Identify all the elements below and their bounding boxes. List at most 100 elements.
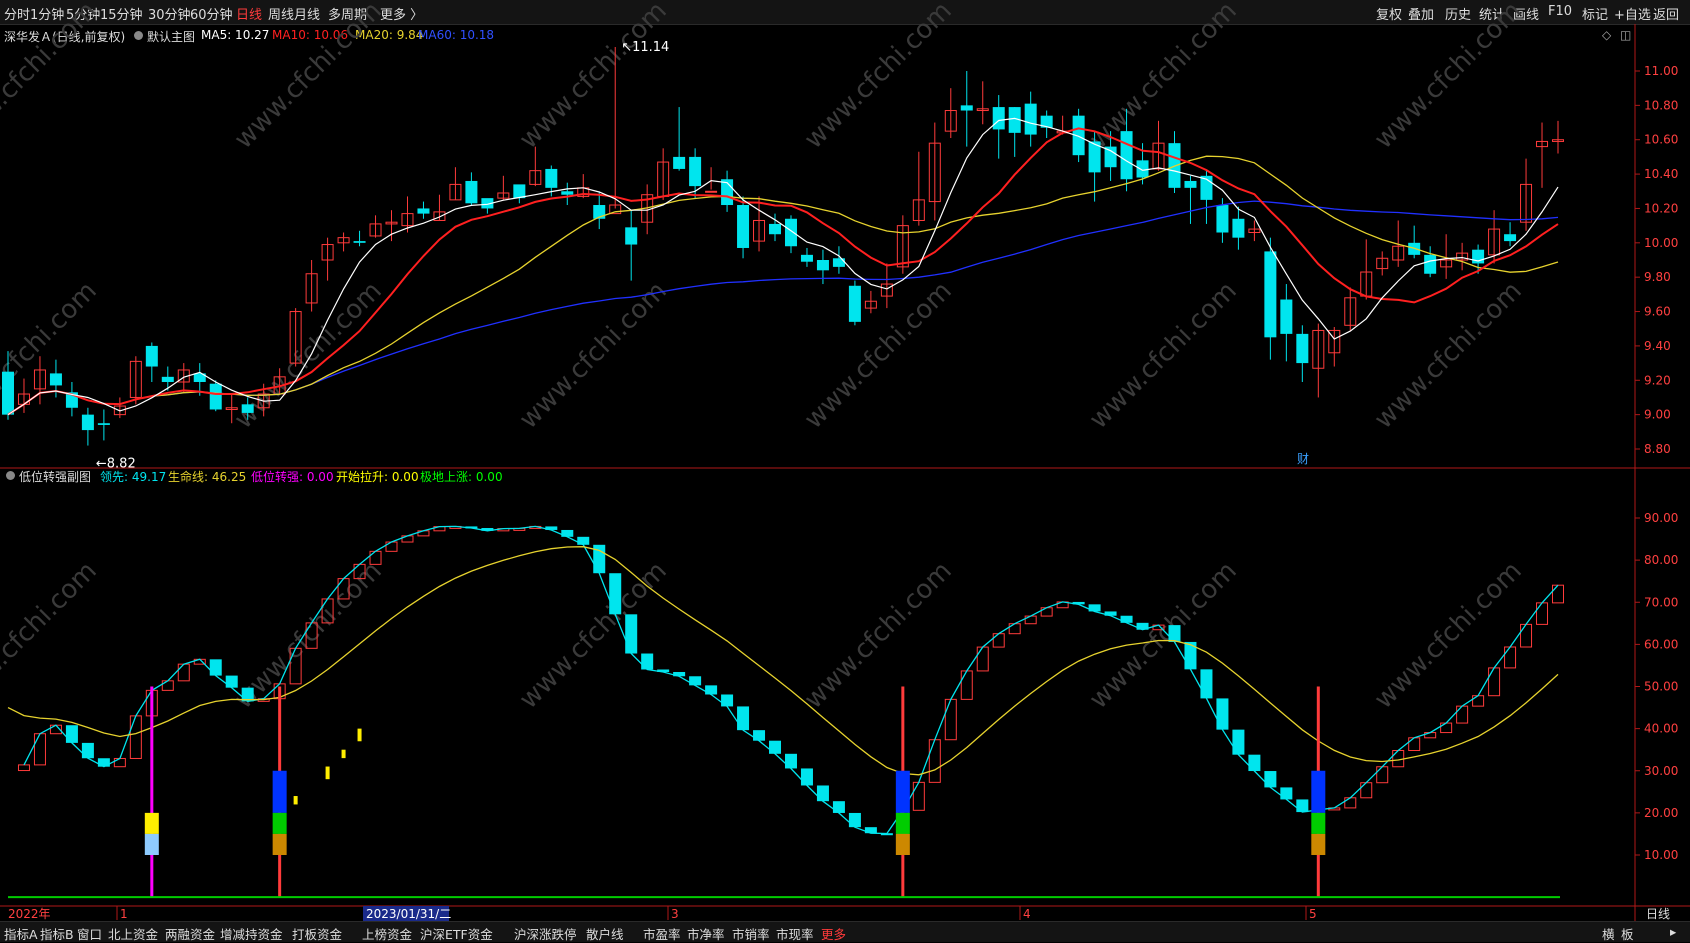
candle-body	[161, 376, 174, 382]
watermark-text: www.cfchi.com	[514, 276, 673, 435]
signal-block-orange	[1311, 833, 1326, 855]
sub-bar	[848, 812, 861, 828]
candle-body	[1136, 160, 1149, 178]
price-tick-label: 9.40	[1644, 339, 1671, 353]
candle-body	[992, 107, 1005, 130]
signal-block-yellow	[144, 812, 159, 834]
candle-body	[1216, 205, 1229, 233]
low-price-annotation: ←8.82	[96, 457, 136, 472]
life-line	[7, 546, 1559, 776]
watermark-text: www.cfchi.com	[1084, 556, 1243, 715]
finance-mark: 财	[1297, 452, 1309, 466]
watermark-text: www.cfchi.com	[1084, 0, 1243, 155]
sub-bar	[385, 541, 398, 552]
signal-block-orange	[272, 833, 287, 855]
signal-block-orange	[895, 833, 910, 855]
candle-body	[2, 371, 14, 415]
sub-bar	[129, 715, 142, 759]
candle-body	[848, 285, 861, 322]
sub-bar	[1296, 799, 1309, 813]
sub-bar	[928, 739, 941, 783]
candle-body	[673, 156, 686, 169]
candle-body	[800, 254, 813, 262]
sub-bar	[1520, 623, 1533, 648]
sub-bar	[1440, 722, 1453, 734]
sub-bar	[1408, 737, 1421, 752]
sub-bar	[609, 573, 622, 615]
sub-bar	[1552, 584, 1564, 604]
candle-body	[97, 423, 110, 425]
month-label: 5	[1309, 907, 1317, 921]
sub-bar	[1216, 698, 1229, 730]
sub-bar	[1360, 782, 1373, 799]
sub-bar	[1280, 787, 1293, 800]
candle-body	[832, 258, 845, 267]
sub-bar	[161, 680, 174, 691]
sub-tick-label: 30.00	[1644, 764, 1678, 778]
watermark-text: www.cfchi.com	[799, 556, 958, 715]
sub-bar	[209, 659, 222, 676]
sub-bar	[689, 676, 702, 686]
candle-body	[816, 260, 829, 271]
candlestick-chart[interactable]: www.cfchi.com www.cfchi.com www.cfchi.com w…	[0, 0, 1690, 941]
sub-bar	[1344, 797, 1357, 809]
candle-body	[960, 105, 973, 111]
signal-block-lightblue	[144, 833, 159, 855]
sub-bar	[1040, 607, 1053, 617]
sub-bar	[177, 663, 190, 682]
signal-block-green	[272, 812, 287, 834]
candle-body	[769, 223, 782, 235]
year-label: 2022年	[8, 907, 51, 921]
period-label: 日线	[1646, 907, 1670, 921]
sub-bar	[992, 633, 1005, 648]
candle-body	[1280, 299, 1293, 334]
watermark-text: www.cfchi.com	[0, 0, 103, 155]
sub-bar	[1248, 754, 1261, 772]
candle-body	[1424, 254, 1437, 274]
candle-body	[705, 190, 718, 193]
candle-body	[417, 208, 430, 214]
sub-tick-label: 50.00	[1644, 680, 1678, 694]
sub-bar	[625, 614, 638, 654]
start-up-mark	[293, 796, 298, 805]
ma20-line	[7, 155, 1559, 416]
sub-bar	[1456, 705, 1469, 724]
sub-tick-label: 70.00	[1644, 595, 1678, 609]
watermark-text: www.cfchi.com	[514, 0, 673, 155]
month-label: 3	[671, 907, 679, 921]
sub-bar	[832, 801, 845, 813]
ma60-line	[7, 200, 1559, 416]
sub-bar	[97, 758, 110, 767]
price-tick-label: 9.60	[1644, 305, 1671, 319]
watermark-text: www.cfchi.com	[229, 0, 388, 155]
sub-bar	[784, 753, 797, 769]
candle-body	[145, 345, 158, 367]
sub-bar	[81, 742, 94, 759]
watermark-text: www.cfchi.com	[0, 556, 103, 715]
price-tick-label: 9.80	[1644, 270, 1671, 284]
sub-bar	[1168, 625, 1181, 642]
sub-bar	[1488, 667, 1501, 697]
signal-block-green	[1311, 812, 1326, 834]
sub-bar	[1200, 669, 1213, 699]
sub-tick-label: 10.00	[1644, 848, 1678, 862]
cursor-date-label: 2023/01/31/二	[366, 907, 451, 921]
sub-bar	[721, 694, 734, 707]
sub-bar	[1536, 602, 1549, 625]
price-tick-label: 10.80	[1644, 98, 1678, 112]
watermark-text: www.cfchi.com	[0, 276, 103, 435]
candle-body	[737, 205, 750, 248]
sub-bar	[944, 698, 957, 741]
candle-body	[1232, 218, 1245, 238]
sub-bar	[1008, 623, 1021, 635]
sub-bar	[1232, 729, 1245, 755]
candle-body	[49, 373, 62, 386]
candle-body	[1184, 180, 1197, 188]
candle-body	[465, 180, 478, 204]
candle-body	[353, 241, 366, 243]
sub-bar	[1504, 646, 1517, 669]
sub-bar	[577, 536, 590, 545]
candle-body	[1104, 146, 1117, 168]
candle-body	[1024, 103, 1037, 135]
candle-body	[545, 168, 558, 188]
